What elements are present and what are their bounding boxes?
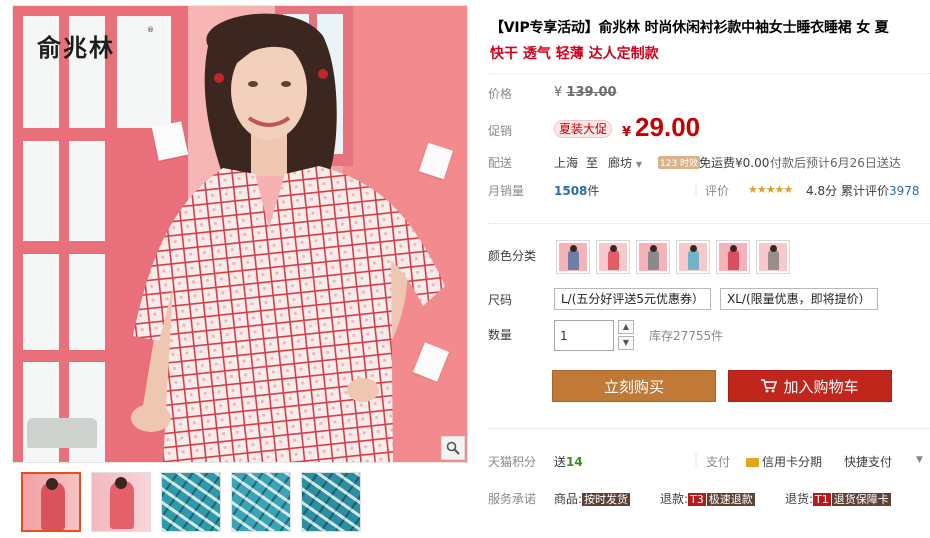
color-swatch-5[interactable] (716, 240, 750, 274)
credit-card-installment[interactable]: 信用卡分期 (746, 453, 822, 470)
size-option-xl[interactable]: XL/(限量优惠，即将提价） (720, 288, 878, 310)
shipping-label: 配送 (488, 156, 513, 170)
size-option-l[interactable]: L/(五分好评送5元优惠券） (554, 288, 712, 310)
color-selector: 颜色分类 (488, 238, 930, 278)
review-label: 评价 (705, 184, 730, 198)
thumbnail-item[interactable] (161, 472, 221, 532)
original-price: ¥ 139.00 (554, 85, 617, 100)
quantity-row: 数量 ▲ ▼ 库存27755件 (488, 318, 930, 352)
retro-phone (27, 418, 97, 448)
shipping-row: 配送 上海 至 廊坊 ▼ 123 时效 免运费¥0.00 付款后预计6月26日送… (488, 153, 930, 173)
model-figure (131, 13, 445, 462)
return-promise: 退货: T1 退货保障卡 (785, 492, 891, 506)
quantity-label: 数量 (488, 328, 513, 342)
ship-destination-dropdown[interactable]: 廊坊 ▼ (608, 154, 642, 171)
chevron-down-icon[interactable]: ▼ (916, 455, 923, 465)
color-swatch-3[interactable] (636, 240, 670, 274)
thumbnail-strip (21, 472, 361, 534)
service-promise-label: 服务承诺 (488, 492, 537, 506)
stock-text: 库存27755件 (649, 329, 724, 343)
add-to-cart-button[interactable]: 加入购物车 (728, 370, 892, 402)
thumbnail-item[interactable] (231, 472, 291, 532)
color-swatch-1[interactable] (556, 240, 590, 274)
separator: | (694, 452, 699, 466)
timing-badge: 123 时效 (658, 156, 701, 169)
refund-promise: 退款: T3 极速退款 (660, 492, 755, 506)
chevron-down-icon: ▼ (635, 160, 642, 169)
rating-stars: ★★★★★ (748, 183, 793, 196)
shipping-fee: 免运费¥0.00 (699, 156, 770, 170)
thumbnail-item[interactable] (301, 472, 361, 532)
points-value: 送14 (554, 455, 583, 469)
color-swatch-4[interactable] (676, 240, 710, 274)
buy-now-button[interactable]: 立刻购买 (552, 370, 716, 402)
promo-badge: 夏装大促 (554, 120, 613, 138)
size-label: 尺码 (488, 293, 513, 307)
goods-promise: 商品: 按时发货 (554, 492, 631, 506)
color-swatch-6[interactable] (756, 240, 790, 274)
rating-score: 4.8分 (806, 184, 838, 198)
size-selector: 尺码 L/(五分好评送5元优惠券） XL/(限量优惠，即将提价） (488, 287, 930, 311)
registered-mark: ® (147, 26, 154, 34)
points-label: 天猫积分 (488, 455, 537, 469)
service-section: 天猫积分 送14 | 支付 信用卡分期 快捷支付 ▼ 服务承诺 商品: 按时发货 … (488, 428, 930, 528)
quick-pay[interactable]: 快捷支付 (844, 453, 892, 470)
cumulative-reviews-link[interactable]: 累计评价3978 (841, 182, 920, 199)
pay-label: 支付 (706, 455, 731, 469)
promo-label: 促销 (488, 124, 513, 138)
product-info-panel: 【VIP专享活动】俞兆林 时尚休闲衬衫款中袖女士睡衣睡裙 女 夏 快干 透气 轻… (488, 0, 930, 538)
quantity-increase-button[interactable]: ▲ (618, 320, 634, 334)
price-label: 价格 (488, 87, 513, 101)
divider (488, 223, 930, 224)
thumbnail-item[interactable] (91, 472, 151, 532)
shipping-estimate: 付款后预计6月26日送达 (770, 156, 901, 170)
credit-card-icon (746, 458, 759, 467)
product-subtitle: 快干 透气 轻薄 达人定制款 (490, 46, 659, 62)
quantity-decrease-button[interactable]: ▼ (618, 336, 634, 350)
color-label: 颜色分类 (488, 249, 537, 263)
main-product-image[interactable]: 俞兆林 ® (12, 5, 468, 463)
thumbnail-item[interactable] (21, 472, 81, 532)
color-swatches (556, 240, 790, 274)
monthly-sales-label: 月销量 (488, 184, 525, 198)
brand-logo: 俞兆林 (37, 33, 115, 62)
product-title: 【VIP专享活动】俞兆林 时尚休闲衬衫款中袖女士睡衣睡裙 女 夏 (490, 20, 889, 36)
current-price: ¥29.00 (622, 112, 701, 142)
magnifier-icon[interactable] (441, 436, 465, 460)
sales-row: 月销量 1508件 | 评价 ★★★★★ 4.8分 | 累计评价3978 (488, 181, 930, 201)
monthly-sales: 1508件 (554, 184, 600, 198)
color-swatch-2[interactable] (596, 240, 630, 274)
ship-from: 上海 (554, 156, 579, 170)
separator: | (694, 181, 699, 195)
cart-icon (761, 379, 778, 393)
quantity-input[interactable] (554, 320, 614, 351)
ship-to-word: 至 (586, 156, 599, 170)
